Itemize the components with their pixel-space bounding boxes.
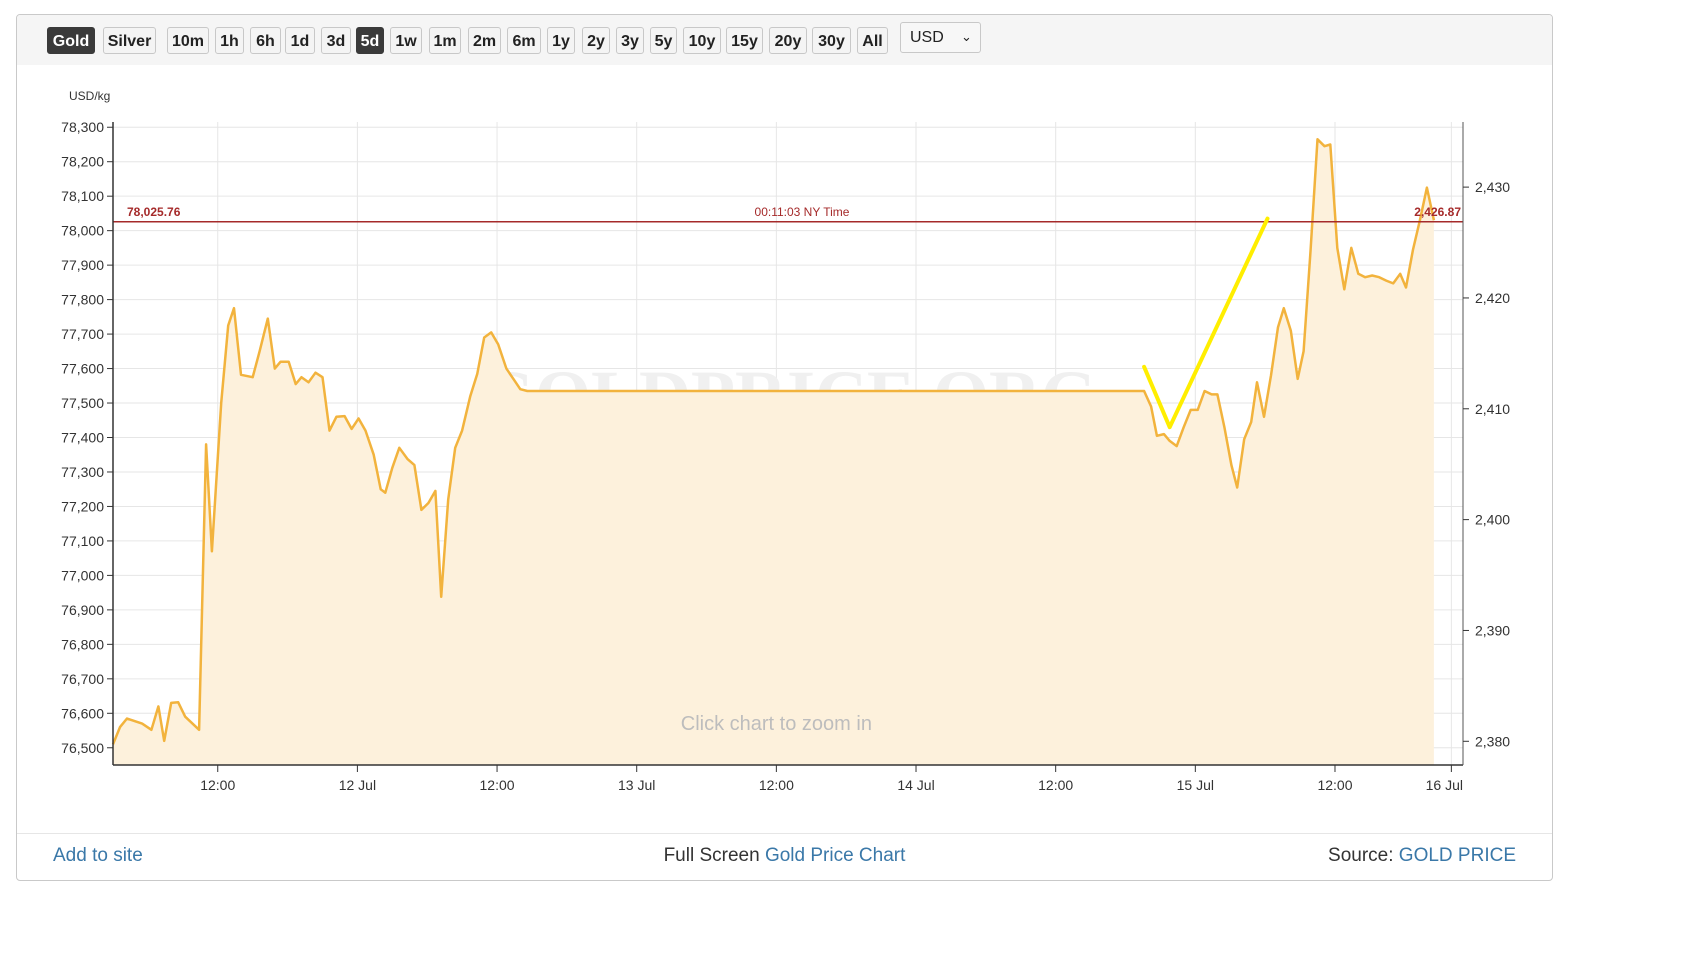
- current-time-label: 00:11:03 NY Time: [755, 205, 850, 219]
- x-tick-label: 13 Jul: [618, 777, 655, 793]
- price-area-fill: [113, 139, 1434, 766]
- y-left-tick-label: 77,600: [61, 361, 104, 377]
- y-right-tick-label: 2,430: [1475, 179, 1510, 195]
- x-tick-label: 14 Jul: [897, 777, 934, 793]
- y-left-tick-label: 76,700: [61, 671, 104, 687]
- y-left-tick-label: 77,400: [61, 430, 104, 446]
- y-left-tick-label: 78,000: [61, 223, 104, 239]
- y-right-tick-label: 2,400: [1475, 512, 1510, 528]
- y-left-tick-label: 78,100: [61, 188, 104, 204]
- y-right-tick-label: 2,410: [1475, 401, 1510, 417]
- y-left-tick-label: 76,900: [61, 602, 104, 618]
- y-left-tick-label: 77,800: [61, 292, 104, 308]
- y-left-tick-label: 77,500: [61, 395, 104, 411]
- y-left-tick-label: 77,900: [61, 257, 104, 273]
- zoom-hint: Click chart to zoom in: [681, 713, 872, 735]
- footer-center: Full Screen Gold Price Chart: [17, 845, 1552, 867]
- current-price-left-label: 78,025.76: [127, 205, 181, 219]
- y-left-tick-label: 76,800: [61, 636, 104, 652]
- y-right-tick-label: 2,420: [1475, 290, 1510, 306]
- unit-label: USD/kg: [69, 89, 110, 103]
- x-tick-label: 12:00: [759, 777, 794, 793]
- footer-source: Source: GOLD PRICE: [1328, 845, 1516, 867]
- y-left-tick-label: 77,000: [61, 567, 104, 583]
- y-left-tick-label: 77,200: [61, 498, 104, 514]
- y-left-tick-label: 76,600: [61, 705, 104, 721]
- x-tick-label: 12:00: [1317, 777, 1352, 793]
- gold-price-chart-link[interactable]: Gold Price Chart: [765, 845, 905, 866]
- y-left-tick-label: 77,300: [61, 464, 104, 480]
- y-right-tick-label: 2,380: [1475, 733, 1510, 749]
- y-left-tick-label: 76,500: [61, 740, 104, 756]
- x-tick-label: 12:00: [1038, 777, 1073, 793]
- gold-price-source-link[interactable]: GOLD PRICE: [1399, 845, 1516, 866]
- x-tick-label: 12:00: [200, 777, 235, 793]
- x-tick-label: 16 Jul: [1426, 777, 1463, 793]
- chart-widget: Gold Silver 10m 1h 6h 1d 3d 5d 1w 1m 2m 6m 1y 2y 3y 5y 1…: [16, 14, 1553, 881]
- x-tick-label: 12:00: [480, 777, 515, 793]
- fullscreen-prefix: Full Screen: [663, 845, 765, 866]
- y-left-tick-label: 78,200: [61, 154, 104, 170]
- x-tick-label: 12 Jul: [339, 777, 376, 793]
- y-left-tick-label: 77,700: [61, 326, 104, 342]
- y-left-tick-label: 78,300: [61, 119, 104, 135]
- footer: Add to site Full Screen Gold Price Chart…: [17, 833, 1552, 880]
- x-tick-label: 15 Jul: [1177, 777, 1214, 793]
- y-right-tick-label: 2,390: [1475, 622, 1510, 638]
- source-prefix: Source:: [1328, 845, 1399, 866]
- y-left-tick-label: 77,100: [61, 533, 104, 549]
- current-price-right-label: 2,426.87: [1414, 205, 1461, 219]
- price-chart[interactable]: 76,500 76,600 76,700 76,800 76,900 77,000 77,1…: [17, 15, 1552, 833]
